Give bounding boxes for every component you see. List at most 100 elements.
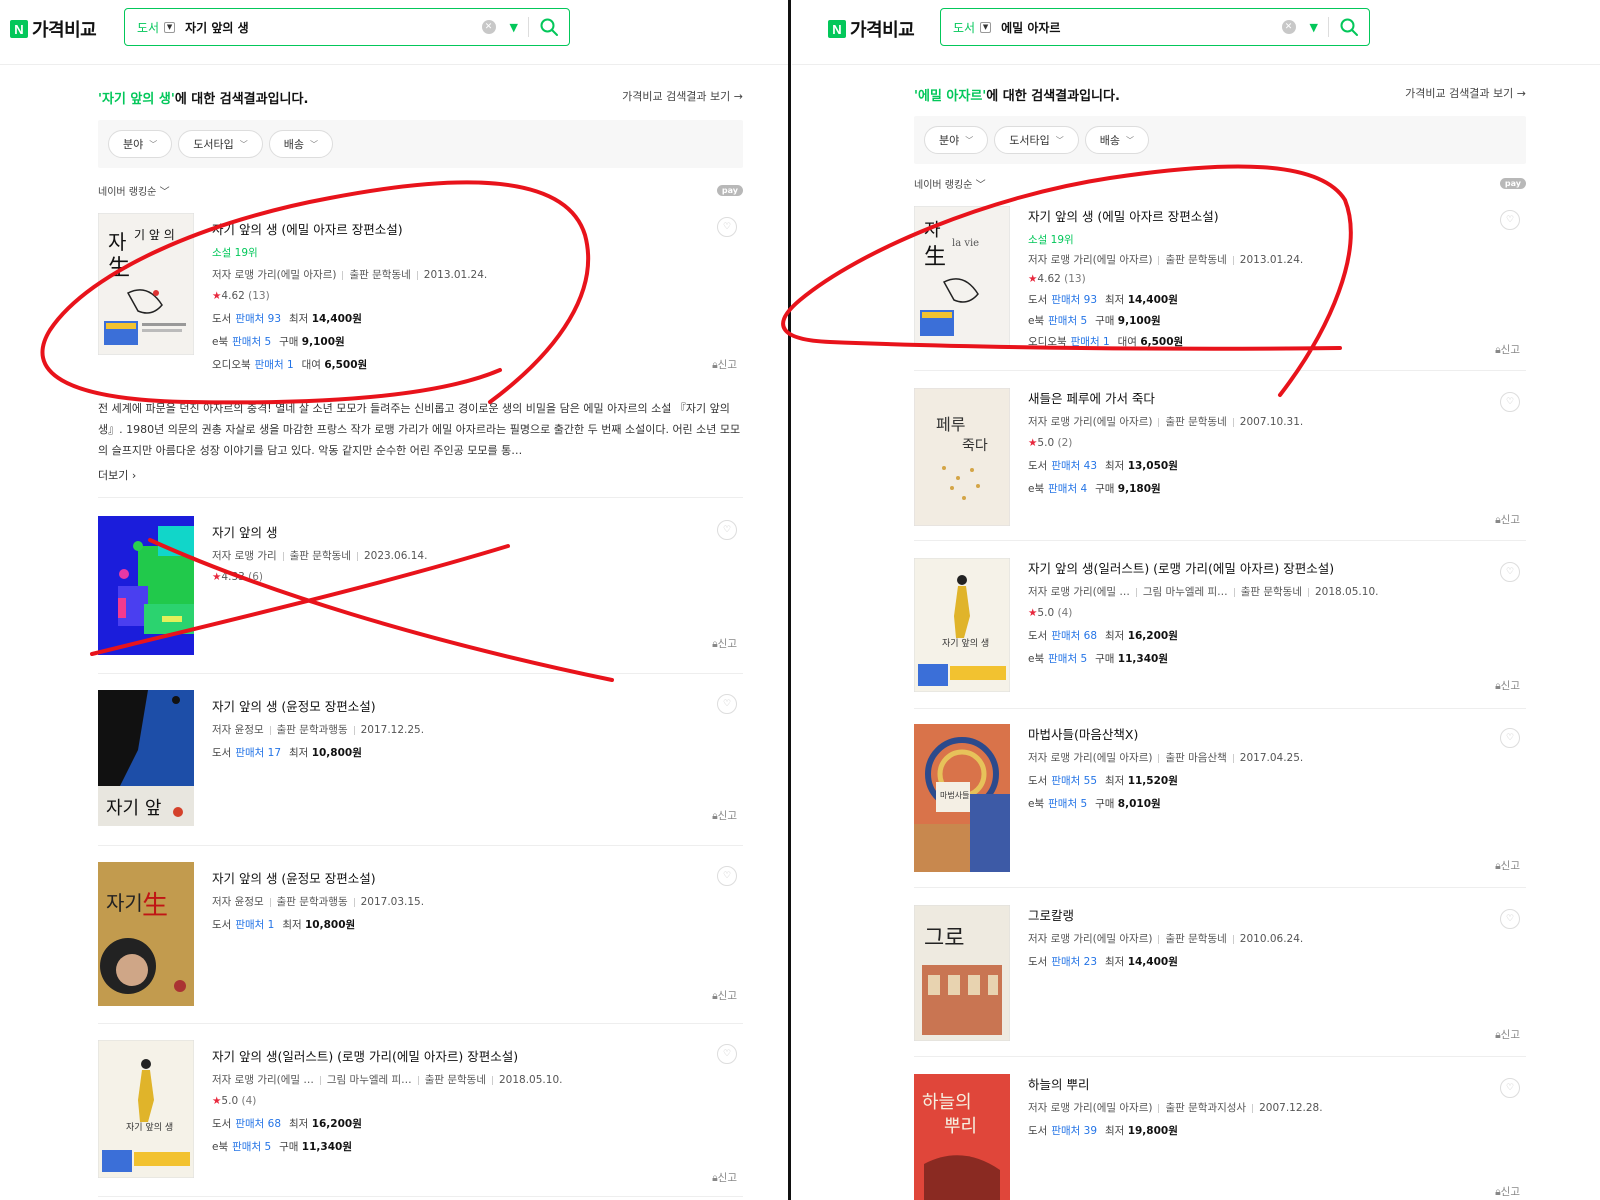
list-item[interactable]: 자기 앞의 생 자기 앞의 생(일러스트) (로맹 가리(에밀 아자르) 장편소…	[914, 558, 1526, 698]
item-title[interactable]: 자기 앞의 생	[212, 522, 703, 541]
report-link[interactable]: 🔒︎신고	[1495, 342, 1520, 357]
item-title[interactable]: 자기 앞의 생 (에밀 아자르 장편소설)	[212, 219, 703, 238]
list-item[interactable]: 자 生 la vie 자기 앞의 생 (에밀 아자르 장편소설) 소설 19위 …	[914, 206, 1526, 356]
seller-link[interactable]: 판매처 43	[1051, 460, 1097, 472]
book-cover[interactable]	[98, 516, 194, 655]
item-title[interactable]: 새들은 페루에 가서 죽다	[1028, 388, 1486, 407]
book-cover[interactable]: 자기 앞의 생	[98, 1040, 194, 1178]
search-icon[interactable]	[1339, 17, 1359, 37]
heart-icon[interactable]: ♡	[1500, 210, 1520, 230]
report-link[interactable]: 🔒︎신고	[712, 808, 737, 823]
heart-icon[interactable]: ♡	[1500, 728, 1520, 748]
seller-link[interactable]: 판매처 5	[1048, 315, 1087, 327]
search-box[interactable]: 도서 ▼ 자기 앞의 생 ✕ ▼	[124, 8, 570, 46]
item-title[interactable]: 자기 앞의 생(일러스트) (로맹 가리(에밀 아자르) 장편소설)	[1028, 558, 1486, 577]
filter-category[interactable]: 분야 ﹀	[108, 130, 173, 158]
report-link[interactable]: 🔒︎신고	[712, 636, 737, 651]
heart-icon[interactable]: ♡	[1500, 392, 1520, 412]
search-input[interactable]: 자기 앞의 생	[185, 19, 481, 36]
seller-link[interactable]: 판매처 39	[1051, 1125, 1097, 1137]
filter-shipping[interactable]: 배송 ﹀	[1084, 126, 1149, 154]
book-cover[interactable]: 자 生 la vie	[914, 206, 1010, 346]
report-link[interactable]: 🔒︎신고	[712, 357, 737, 372]
heart-icon[interactable]: ♡	[1500, 909, 1520, 929]
list-item[interactable]: 하늘의 뿌리 하늘의 뿌리 저자 로맹 가리(에밀 아자르) 출판 문학과지성사 2…	[914, 1074, 1526, 1200]
price-compare-link[interactable]: 가격비교 검색결과 보기 →	[622, 88, 743, 107]
more-link[interactable]: 더보기 ›	[98, 467, 136, 483]
book-cover[interactable]: 그로	[914, 905, 1010, 1041]
seller-link[interactable]: 판매처 5	[1048, 653, 1087, 665]
logo[interactable]: N 가격비교	[10, 16, 97, 42]
heart-icon[interactable]: ♡	[717, 866, 737, 886]
heart-icon[interactable]: ♡	[717, 1044, 737, 1064]
report-link[interactable]: 🔒︎신고	[1495, 1027, 1520, 1042]
seller-link[interactable]: 판매처 23	[1051, 956, 1097, 968]
seller-link[interactable]: 판매처 93	[1051, 294, 1097, 306]
seller-link[interactable]: 판매처 1	[1071, 336, 1110, 348]
list-item[interactable]: 자 기 앞 의 生 자기 앞의 생 (에밀 아자르 장편소설) 소설 19위 저…	[98, 213, 743, 378]
report-link[interactable]: 🔒︎신고	[712, 1170, 737, 1185]
list-item[interactable]: 자기 生 자기 앞의 생 (윤정모 장편소설) 저자 윤정모 출판 문학과행동 20…	[98, 862, 743, 1012]
heart-icon[interactable]: ♡	[1500, 562, 1520, 582]
seller-link[interactable]: 판매처 1	[255, 359, 294, 371]
clear-icon[interactable]: ✕	[1281, 20, 1296, 34]
sort-select[interactable]: 네이버 랭킹순 ﹀	[914, 176, 986, 191]
search-input[interactable]: 에밀 아자르	[1001, 19, 1281, 36]
filter-category[interactable]: 분야 ﹀	[924, 126, 989, 154]
list-item[interactable]: 마법사들 마법사들(마음산책X) 저자 로맹 가리(에밀 아자르) 출판 마음산책…	[914, 724, 1526, 874]
seller-link[interactable]: 판매처 17	[235, 747, 281, 759]
report-link[interactable]: 🔒︎신고	[1495, 678, 1520, 693]
clear-icon[interactable]: ✕	[481, 20, 496, 34]
report-link[interactable]: 🔒︎신고	[1495, 1184, 1520, 1199]
book-cover[interactable]: 하늘의 뿌리	[914, 1074, 1010, 1200]
search-box[interactable]: 도서 ▼ 에밀 아자르 ✕ ▼	[940, 8, 1370, 46]
seller-link[interactable]: 판매처 93	[235, 313, 281, 325]
seller-link[interactable]: 판매처 5	[232, 336, 271, 348]
heart-icon[interactable]: ♡	[717, 694, 737, 714]
heart-icon[interactable]: ♡	[717, 217, 737, 237]
search-icon[interactable]	[539, 17, 559, 37]
filter-book-type[interactable]: 도서타입 ﹀	[994, 126, 1079, 154]
search-category-select[interactable]: 도서 ▼	[953, 19, 992, 36]
logo[interactable]: N 가격비교	[828, 16, 915, 42]
item-meta: 저자 로맹 가리(에밀 아자르) 출판 마음산책 2017.04.25.	[1028, 750, 1486, 765]
dropdown-arrow-icon[interactable]: ▼	[510, 21, 518, 34]
item-title[interactable]: 자기 앞의 생(일러스트) (로맹 가리(에밀 아자르) 장편소설)	[212, 1046, 703, 1065]
report-link[interactable]: 🔒︎신고	[712, 988, 737, 1003]
book-cover[interactable]: 자기 앞	[98, 690, 194, 826]
price-type: 도서	[1028, 460, 1048, 472]
item-title[interactable]: 자기 앞의 생 (윤정모 장편소설)	[212, 696, 703, 715]
seller-link[interactable]: 판매처 55	[1051, 775, 1097, 787]
seller-link[interactable]: 판매처 5	[232, 1141, 271, 1153]
list-item[interactable]: 자기 앞 자기 앞의 생 (윤정모 장편소설) 저자 윤정모 출판 문학과행동 20…	[98, 690, 743, 830]
list-item[interactable]: 그로 그로칼랭 저자 로맹 가리(에밀 아자르) 출판 문학동네 2010.06.2…	[914, 905, 1526, 1045]
heart-icon[interactable]: ♡	[1500, 1078, 1520, 1098]
dropdown-arrow-icon[interactable]: ▼	[1310, 21, 1318, 34]
item-title[interactable]: 자기 앞의 생 (윤정모 장편소설)	[212, 868, 703, 887]
item-title[interactable]: 그로칼랭	[1028, 905, 1486, 924]
book-cover[interactable]: 자기 生	[98, 862, 194, 1006]
book-cover[interactable]: 페루 죽다	[914, 388, 1010, 526]
item-title[interactable]: 하늘의 뿌리	[1028, 1074, 1486, 1093]
filter-book-type[interactable]: 도서타입 ﹀	[178, 130, 263, 158]
report-link[interactable]: 🔒︎신고	[1495, 858, 1520, 873]
search-category-select[interactable]: 도서 ▼	[137, 19, 176, 36]
seller-link[interactable]: 판매처 68	[235, 1118, 281, 1130]
seller-link[interactable]: 판매처 4	[1048, 483, 1087, 495]
book-cover[interactable]: 자기 앞의 생	[914, 558, 1010, 692]
book-cover[interactable]: 마법사들	[914, 724, 1010, 872]
item-title[interactable]: 마법사들(마음산책X)	[1028, 724, 1486, 743]
filter-shipping[interactable]: 배송 ﹀	[268, 130, 333, 158]
item-title[interactable]: 자기 앞의 생 (에밀 아자르 장편소설)	[1028, 206, 1486, 225]
heart-icon[interactable]: ♡	[717, 520, 737, 540]
seller-link[interactable]: 판매처 5	[1048, 798, 1087, 810]
seller-link[interactable]: 판매처 1	[235, 919, 274, 931]
sort-select[interactable]: 네이버 랭킹순 ﹀	[98, 183, 170, 198]
price-compare-link[interactable]: 가격비교 검색결과 보기 →	[1405, 85, 1526, 104]
list-item[interactable]: 자기 앞의 생 저자 로맹 가리 출판 문학동네 2023.06.14. ★4.33…	[98, 516, 743, 656]
list-item[interactable]: 자기 앞의 생 자기 앞의 생(일러스트) (로맹 가리(에밀 아자르) 장편소…	[98, 1040, 743, 1184]
book-cover[interactable]: 자 기 앞 의 生	[98, 213, 194, 355]
report-link[interactable]: 🔒︎신고	[1495, 512, 1520, 527]
seller-link[interactable]: 판매처 68	[1051, 630, 1097, 642]
list-item[interactable]: 페루 죽다 새들은 페루에 가서 죽다 저자 로맹 가리(에밀 아자르) 출판 문…	[914, 388, 1526, 528]
